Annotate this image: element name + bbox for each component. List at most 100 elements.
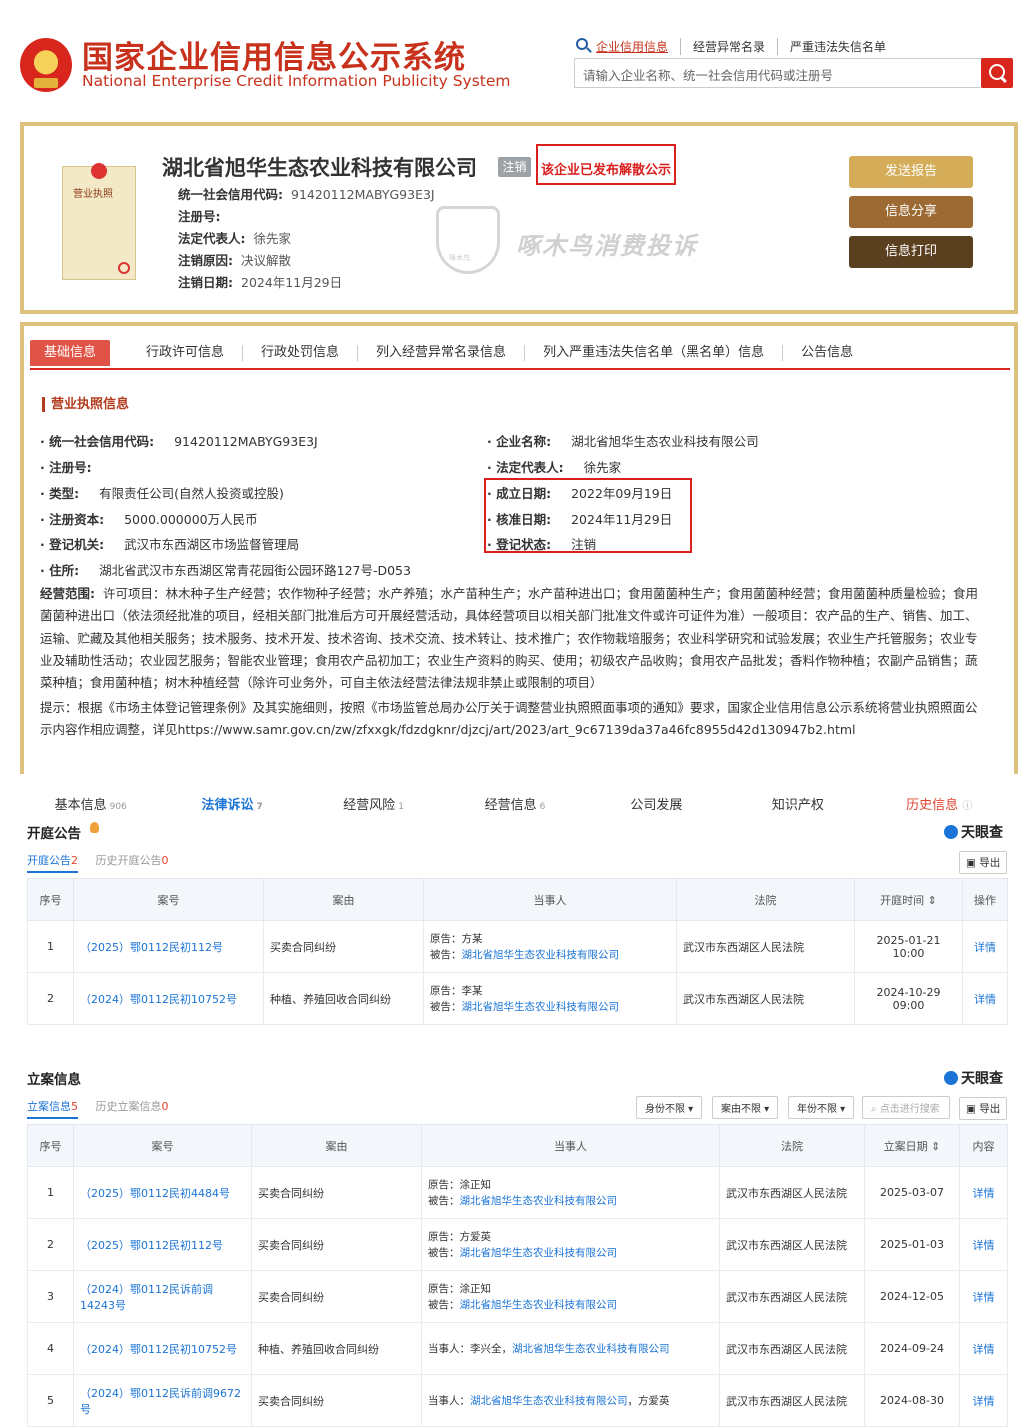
col-date[interactable]: 开庭时间 ⇕: [854, 878, 963, 921]
nav-litigation[interactable]: 法律诉讼 7: [161, 788, 302, 818]
party-link[interactable]: 湖北省旭华生态农业科技有限公司: [460, 1195, 618, 1207]
search-button[interactable]: [981, 58, 1013, 88]
license-emblem-icon: [91, 163, 107, 179]
watermark-badge-text: 啄木鸟: [449, 254, 470, 262]
col-no: 序号: [27, 1124, 74, 1167]
tab-basic-info[interactable]: 基础信息: [30, 340, 111, 366]
tyc-logo: 天眼查: [944, 822, 1003, 842]
detail-link[interactable]: 详情: [974, 993, 996, 1006]
party-link[interactable]: 湖北省旭华生态农业科技有限公司: [460, 1299, 618, 1311]
table-row: 4 （2024）鄂0112民初10752号 种植、养殖回收合同纠纷 当事人：李兴…: [27, 1322, 1008, 1375]
tab-hearing-history[interactable]: 历史开庭公告0: [96, 854, 169, 867]
notice-tip: 提示：根据《市场主体登记管理条例》及其实施细则，按照《市场监管总局办公厅关于调整…: [40, 700, 978, 737]
watermark-shield-icon: 啄木鸟: [436, 206, 500, 274]
share-button[interactable]: 信息分享: [849, 196, 973, 228]
tab-abnormal[interactable]: 列入经营异常名录信息: [358, 345, 526, 361]
detail-link[interactable]: 详情: [973, 1395, 995, 1408]
nav-ip[interactable]: 知识产权: [727, 788, 868, 818]
hearing-table: 序号 案号 案由 当事人 法院 开庭时间 ⇕ 操作 1 （2025）鄂0112民…: [27, 878, 1008, 1025]
table-row: 3 （2024）鄂0112民诉前调14243号 买卖合同纠纷 原告：涂正知 被告：…: [27, 1270, 1008, 1323]
tab-admin-penalty[interactable]: 行政处罚信息: [243, 345, 359, 361]
case-link[interactable]: （2025）鄂0112民初4484号: [80, 1187, 230, 1200]
field-cancel-reason: 注销原因: 决议解散: [178, 253, 292, 268]
party-link[interactable]: 湖北省旭华生态农业科技有限公司: [462, 949, 620, 961]
filter-identity[interactable]: 身份不限 ▾: [636, 1096, 703, 1119]
detail-link[interactable]: 详情: [974, 941, 996, 954]
link-blacklist[interactable]: 严重违法失信名单: [777, 38, 898, 55]
case-link[interactable]: （2025）鄂0112民初112号: [80, 941, 223, 954]
col-cause: 案由: [263, 878, 424, 921]
table-row: 2 （2025）鄂0112民初112号 买卖合同纠纷 原告：方爱英 被告：湖北省旭…: [27, 1218, 1008, 1271]
col-party: 当事人: [423, 878, 677, 921]
case-link[interactable]: （2024）鄂0112民初10752号: [80, 1343, 237, 1356]
scope-text: 许可项目：林木种子生产经营；农作物种子经营；水产养殖；水产苗种生产；水产苗种进出…: [40, 586, 978, 691]
party-link[interactable]: 湖北省旭华生态农业科技有限公司: [512, 1343, 670, 1355]
field-cancel-date: 注销日期: 2024年11月29日: [178, 275, 343, 290]
scope-label: 经营范围:: [40, 586, 95, 601]
link-abnormal-list[interactable]: 经营异常名录: [680, 38, 777, 55]
col-date[interactable]: 立案日期 ⇕: [864, 1124, 960, 1167]
detail-link[interactable]: 详情: [973, 1239, 995, 1252]
highlight-box-dates: [484, 478, 692, 553]
party-link[interactable]: 湖北省旭华生态农业科技有限公司: [460, 1247, 618, 1259]
help-icon: ⓘ: [962, 801, 973, 812]
col-case: 案号: [73, 878, 264, 921]
party-link[interactable]: 湖北省旭华生态农业科技有限公司: [470, 1395, 628, 1407]
nav-basic-info[interactable]: 基本信息 906: [20, 788, 161, 818]
send-report-button[interactable]: 发送报告: [849, 156, 973, 188]
filing-table: 序号 案号 案由 当事人 法院 立案日期 ⇕ 内容 1 （2025）鄂0112民…: [27, 1124, 1008, 1427]
detail-link[interactable]: 详情: [973, 1291, 995, 1304]
link-enterprise-credit[interactable]: 企业信用信息: [574, 38, 680, 55]
info-tabs: 基础信息 行政许可信息 行政处罚信息 列入经营异常名录信息 列入严重违法失信名单…: [30, 338, 1010, 370]
info-company-name: 企业名称:湖北省旭华生态农业科技有限公司: [487, 431, 759, 450]
nav-history[interactable]: 历史信息 ⓘ: [869, 788, 1010, 818]
case-link[interactable]: （2024）鄂0112民诉前调9672号: [80, 1387, 241, 1416]
info-address: 住所:湖北省武汉市东西湖区常青花园街公园环路127号-D053: [40, 560, 411, 579]
tab-filing[interactable]: 立案信息5: [27, 1100, 78, 1119]
search-input[interactable]: 请输入企业名称、统一社会信用代码或注册号: [574, 58, 982, 88]
nav-development[interactable]: 公司发展: [586, 788, 727, 818]
status-badge: 注销: [498, 157, 531, 177]
print-button[interactable]: 信息打印: [849, 236, 973, 268]
filing-search-input[interactable]: ⌕ 点击进行搜索: [862, 1096, 950, 1119]
col-op: 操作: [962, 878, 1008, 921]
case-link[interactable]: （2024）鄂0112民诉前调14243号: [80, 1283, 213, 1312]
tyc-logo: 天眼查: [944, 1068, 1003, 1088]
col-cause: 案由: [251, 1124, 422, 1167]
nav-risk[interactable]: 经营风险 1: [303, 788, 444, 818]
tab-admin-license[interactable]: 行政许可信息: [128, 345, 244, 361]
detail-link[interactable]: 详情: [973, 1187, 995, 1200]
case-link[interactable]: （2024）鄂0112民初10752号: [80, 993, 237, 1006]
export-button[interactable]: ▣ 导出: [959, 851, 1008, 874]
field-legal-rep: 法定代表人: 徐先家: [178, 231, 292, 246]
tab-hearing[interactable]: 开庭公告2: [27, 854, 78, 873]
info-credit-code: 统一社会信用代码:91420112MABYG93E3J: [40, 431, 318, 450]
info-reg-no: 注册号:: [40, 457, 112, 476]
col-court: 法院: [676, 878, 855, 921]
info-legal-rep: 法定代表人:徐先家: [487, 457, 621, 476]
col-content: 内容: [959, 1124, 1008, 1167]
tyc-logo-icon: [944, 825, 958, 839]
filter-year[interactable]: 年份不限 ▾: [788, 1096, 855, 1119]
watermark-text: 啄木鸟消费投诉: [516, 232, 698, 260]
nav-operations[interactable]: 经营信息 6: [444, 788, 585, 818]
case-link[interactable]: （2025）鄂0112民初112号: [80, 1239, 223, 1252]
detail-link[interactable]: 详情: [973, 1343, 995, 1356]
seal-icon: [118, 262, 130, 274]
filter-cause[interactable]: 案由不限 ▾: [712, 1096, 779, 1119]
dissolution-notice: 该企业已发布解散公示: [541, 163, 672, 178]
tyc-nav: 基本信息 906 法律诉讼 7 经营风险 1 经营信息 6 公司发展 知识产权 历史信息…: [20, 788, 1010, 818]
col-party: 当事人: [421, 1124, 720, 1167]
tab-filing-history[interactable]: 历史立案信息0: [96, 1100, 169, 1113]
license-label: 营业执照: [73, 189, 113, 200]
field-reg-no: 注册号:: [178, 209, 221, 224]
table-row: 1 （2025）鄂0112民初4484号 买卖合同纠纷 原告：涂正知 被告：湖北省…: [27, 1166, 1008, 1219]
business-license-image[interactable]: 营业执照: [62, 163, 136, 280]
filing-title: 立案信息: [27, 1072, 81, 1088]
site-subtitle: National Enterprise Credit Information P…: [82, 72, 511, 90]
site-title: 国家企业信用信息公示系统: [82, 40, 466, 76]
tab-announcements[interactable]: 公告信息: [783, 345, 871, 361]
export-button[interactable]: ▣ 导出: [959, 1097, 1008, 1120]
party-link[interactable]: 湖北省旭华生态农业科技有限公司: [462, 1001, 620, 1013]
tab-blacklist[interactable]: 列入严重违法失信名单（黑名单）信息: [525, 345, 784, 361]
